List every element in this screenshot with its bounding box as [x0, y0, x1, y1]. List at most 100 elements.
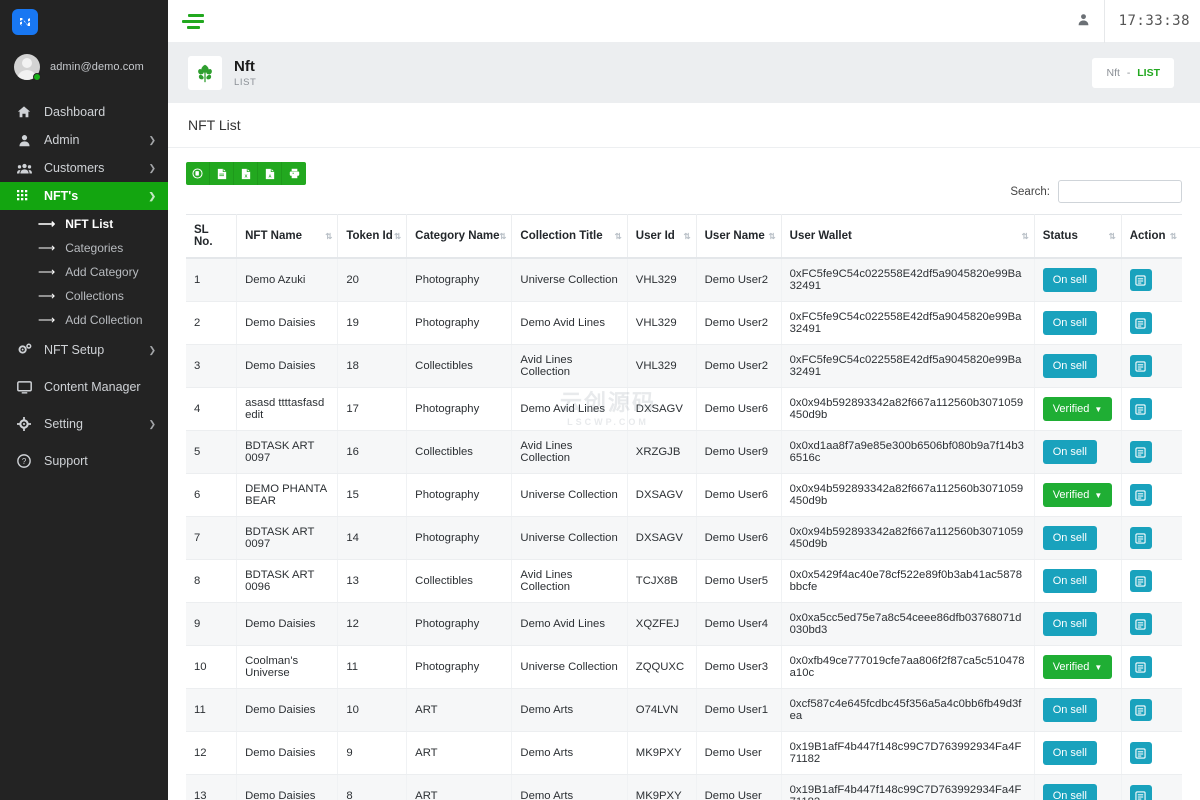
- cell-collection-title: Demo Arts: [511, 731, 628, 775]
- user-icon[interactable]: [1077, 13, 1090, 29]
- status-badge-label: Verified: [1052, 403, 1090, 415]
- status-badge[interactable]: On sell: [1042, 526, 1097, 550]
- status-badge-label: On sell: [1052, 274, 1087, 286]
- table-row: 13 Demo Daisies 8 ART Demo Arts MK9PXY Demo Us…: [186, 774, 1182, 800]
- search-area: Search:: [1010, 180, 1182, 203]
- column-header-action[interactable]: Action ⇅: [1121, 214, 1182, 259]
- sidebar-item-setting[interactable]: Setting ❯: [0, 410, 168, 438]
- sidebar-logo[interactable]: [0, 0, 168, 44]
- sidebar-item-collections[interactable]: ⟶ Collections: [0, 284, 168, 308]
- cell-action: [1121, 430, 1182, 474]
- sidebar-subitem-label: Collections: [65, 289, 124, 303]
- action-details-button[interactable]: [1129, 312, 1152, 334]
- status-badge[interactable]: On sell: [1042, 741, 1097, 765]
- action-details-button[interactable]: [1129, 613, 1152, 635]
- cell-status: On sell: [1034, 774, 1122, 800]
- cell-nft-name: Demo Azuki: [236, 258, 339, 302]
- column-label: Collection Title: [520, 230, 603, 242]
- sidebar-item-customers[interactable]: Customers ❯: [0, 154, 168, 182]
- action-details-button[interactable]: [1129, 570, 1152, 592]
- sidebar-nav: Dashboard Admin ❯ Customers ❯ NFT's ❯ ⟶ …: [0, 98, 168, 475]
- status-badge[interactable]: On sell: [1042, 569, 1097, 593]
- column-header-sl[interactable]: SL No.: [186, 214, 238, 259]
- cell-sl-no: 12: [186, 731, 238, 775]
- action-details-button[interactable]: [1129, 484, 1152, 506]
- sidebar-item-content-manager[interactable]: Content Manager: [0, 373, 168, 401]
- status-badge[interactable]: Verified ▼: [1042, 655, 1113, 679]
- sidebar-item-add-category[interactable]: ⟶ Add Category: [0, 260, 168, 284]
- cell-user-id: XRZGJB: [627, 430, 697, 474]
- copy-button[interactable]: [186, 162, 210, 185]
- hamburger-icon[interactable]: [182, 13, 206, 29]
- column-header-category-name[interactable]: Category Name ⇅: [406, 214, 513, 259]
- cell-user-name: Demo User2: [696, 258, 782, 302]
- list-alt-icon: [1135, 532, 1146, 544]
- status-badge[interactable]: On sell: [1042, 268, 1097, 292]
- cell-status: On sell: [1034, 688, 1122, 732]
- status-badge[interactable]: On sell: [1042, 354, 1097, 378]
- cell-user-name: Demo User1: [696, 688, 782, 732]
- sidebar-item-label: Dashboard: [44, 105, 106, 119]
- table-container[interactable]: SL No. NFT Name ⇅ Token Id ⇅ Category Name…: [186, 203, 1182, 800]
- cell-token-id: 18: [337, 344, 408, 388]
- status-badge[interactable]: On sell: [1042, 440, 1097, 464]
- cell-sl-no: 13: [186, 774, 238, 800]
- breadcrumb-root[interactable]: Nft: [1106, 67, 1119, 79]
- column-header-user-id[interactable]: User Id ⇅: [627, 214, 697, 259]
- cell-status: On sell: [1034, 344, 1122, 388]
- print-button[interactable]: [282, 162, 306, 185]
- sidebar-user[interactable]: admin@demo.com: [0, 44, 168, 94]
- user-icon: [16, 134, 32, 147]
- arrow-right-icon: ⟶: [38, 217, 56, 231]
- table-row: 10 Coolman's Universe 11 Photography Univers…: [186, 645, 1182, 689]
- table-row: 8 BDTASK ART 0096 13 Collectibles Avid Lines…: [186, 559, 1182, 603]
- pdf-button[interactable]: A: [258, 162, 282, 185]
- column-header-token-id[interactable]: Token Id ⇅: [337, 214, 408, 259]
- cell-collection-title: Avid Lines Collection: [511, 559, 628, 603]
- column-header-user-wallet[interactable]: User Wallet ⇅: [781, 214, 1035, 259]
- csv-button[interactable]: [210, 162, 234, 185]
- action-details-button[interactable]: [1129, 269, 1152, 291]
- status-badge-label: Verified: [1052, 489, 1090, 501]
- sidebar-item-support[interactable]: ? Support: [0, 447, 168, 475]
- status-badge[interactable]: On sell: [1042, 784, 1097, 800]
- status-badge[interactable]: On sell: [1042, 311, 1097, 335]
- sidebar-item-nft-list[interactable]: ⟶ NFT List: [0, 212, 168, 236]
- status-badge[interactable]: Verified ▼: [1042, 397, 1113, 421]
- action-details-button[interactable]: [1129, 656, 1152, 678]
- action-details-button[interactable]: [1129, 699, 1152, 721]
- excel-button[interactable]: X: [234, 162, 258, 185]
- column-header-collection-title[interactable]: Collection Title ⇅: [511, 214, 628, 259]
- cell-action: [1121, 645, 1182, 689]
- sidebar-item-nfts[interactable]: NFT's ❯: [0, 182, 168, 210]
- cell-user-id: O74LVN: [627, 688, 697, 732]
- cell-collection-title: Demo Arts: [511, 688, 628, 732]
- status-badge[interactable]: Verified ▼: [1042, 483, 1113, 507]
- action-details-button[interactable]: [1129, 527, 1152, 549]
- status-badge[interactable]: On sell: [1042, 698, 1097, 722]
- chevron-right-icon: ❯: [148, 418, 156, 429]
- search-input[interactable]: [1058, 180, 1182, 203]
- sidebar-item-nft-setup[interactable]: NFT Setup ❯: [0, 336, 168, 364]
- main-area: 17:33:38 Nft LIST Nft - LIST NFT List X …: [168, 0, 1200, 800]
- list-alt-icon: [1135, 317, 1146, 329]
- cell-action: [1121, 731, 1182, 775]
- sidebar-item-add-collection[interactable]: ⟶ Add Collection: [0, 308, 168, 332]
- app-root: admin@demo.com Dashboard Admin ❯ Custome…: [0, 0, 1200, 800]
- action-details-button[interactable]: [1129, 785, 1152, 800]
- action-details-button[interactable]: [1129, 398, 1152, 420]
- sidebar-item-admin[interactable]: Admin ❯: [0, 126, 168, 154]
- status-badge[interactable]: On sell: [1042, 612, 1097, 636]
- column-header-status[interactable]: Status ⇅: [1034, 214, 1122, 259]
- action-details-button[interactable]: [1129, 441, 1152, 463]
- sidebar-item-dashboard[interactable]: Dashboard: [0, 98, 168, 126]
- action-details-button[interactable]: [1129, 742, 1152, 764]
- column-header-nft-name[interactable]: NFT Name ⇅: [236, 214, 339, 259]
- chevron-right-icon: ❯: [148, 344, 156, 355]
- sidebar-subnav-nfts: ⟶ NFT List ⟶ Categories ⟶ Add Category ⟶…: [0, 210, 168, 336]
- table-tools-row: X A Search:: [186, 162, 1182, 203]
- action-details-button[interactable]: [1129, 355, 1152, 377]
- card-body: X A Search: SL No. NFT Name ⇅ Token Id ⇅…: [168, 148, 1200, 800]
- column-header-user-name[interactable]: User Name ⇅: [696, 214, 782, 259]
- sidebar-item-categories[interactable]: ⟶ Categories: [0, 236, 168, 260]
